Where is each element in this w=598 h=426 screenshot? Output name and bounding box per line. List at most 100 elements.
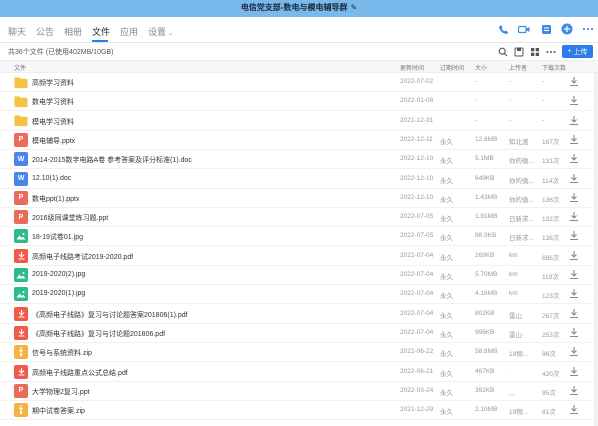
file-name[interactable]: 模电学习资料: [32, 117, 74, 127]
download-count: 420次: [542, 370, 560, 378]
column-header-uploader[interactable]: 上传者: [509, 63, 527, 72]
scrollbar[interactable]: [594, 73, 598, 426]
more-icon[interactable]: [582, 23, 594, 35]
phone-icon[interactable]: [497, 23, 509, 35]
tab-files[interactable]: 文件: [92, 25, 110, 38]
download-icon[interactable]: [569, 385, 579, 397]
download-icon[interactable]: [569, 173, 579, 185]
updated-time: 2022-12-10: [400, 174, 434, 182]
file-name[interactable]: 2019-2020(2).jpg: [32, 271, 85, 278]
download-icon[interactable]: [569, 76, 579, 88]
updated-time: 2022-06-22: [400, 348, 434, 356]
tab-chat[interactable]: 聊天: [8, 25, 26, 38]
file-name[interactable]: 大学物理2复习.ppt: [32, 387, 90, 397]
download-icon[interactable]: [569, 134, 579, 146]
table-row[interactable]: P 数电ppt(1).pptx 2022-12-10 永久 1.43MB 你的微... 13…: [0, 189, 598, 208]
search-icon[interactable]: [497, 46, 509, 57]
updated-time: 2022-12-10: [400, 155, 434, 163]
updated-time: 2022-07-04: [400, 328, 434, 336]
table-row[interactable]: 数电学习资料 2022-01-08 - - -: [0, 92, 598, 112]
table-row[interactable]: W 2014-2015数字电路A卷 参考答案及评分标准(1).doc 2022-12…: [0, 150, 598, 170]
column-header-file[interactable]: 文件: [14, 63, 26, 72]
grid-view-icon[interactable]: [529, 46, 541, 57]
table-row[interactable]: W 12.10(1).doc 2022-12-10 永久 649KB 你的微... 114次: [0, 170, 598, 189]
file-size: -: [475, 78, 478, 85]
table-row[interactable]: 2019-2020(2).jpg 2022-07-04 永久 5.70MB km 119次: [0, 266, 598, 285]
file-name[interactable]: 《高频电子线路》复习与讨论题201806.pdf: [32, 329, 165, 339]
table-row[interactable]: 《高频电子线路》复习与讨论题答案201806(1).pdf 2022-07-04 永…: [0, 305, 598, 324]
expiry: 永久: [440, 216, 453, 224]
save-icon[interactable]: [513, 46, 525, 57]
updated-time: 2022-07-05: [400, 213, 434, 221]
file-name[interactable]: 2016级同课堂练习题.ppt: [32, 213, 108, 223]
file-name[interactable]: 数电ppt(1).pptx: [32, 194, 79, 204]
table-row[interactable]: 高频电子线路考试2019-2020.pdf 2022-07-04 永久 269KB km…: [0, 247, 598, 266]
download-icon[interactable]: [569, 269, 579, 281]
file-size: 467KB: [475, 367, 495, 375]
table-row[interactable]: 高频学习资料 2022-07-02 - - -: [0, 73, 598, 92]
video-icon[interactable]: [518, 23, 530, 35]
edit-name-icon[interactable]: ✎: [350, 3, 357, 12]
table-row[interactable]: 模电学习资料 2021-12-31 - - -: [0, 112, 598, 131]
tab-announcements[interactable]: 公告: [36, 25, 54, 38]
file-name[interactable]: 2014-2015数字电路A卷 参考答案及评分标准(1).doc: [32, 155, 192, 165]
folder-icon: [14, 114, 28, 128]
download-icon[interactable]: [569, 366, 579, 378]
file-name[interactable]: 期中试卷答案.zip: [32, 406, 85, 416]
file-size: 4.16MB: [475, 290, 498, 298]
column-header-expires[interactable]: 过期时间: [440, 63, 464, 72]
download-icon[interactable]: [569, 346, 579, 358]
download-icon[interactable]: [569, 404, 579, 416]
download-icon[interactable]: [569, 308, 579, 320]
table-row[interactable]: 期中试卷答案.zip 2021-12-29 永久 2.10MB 19物... 81次: [0, 401, 598, 421]
group-name: 电信党支部-数电与模电辅导群: [240, 3, 348, 12]
expiry: 永久: [440, 235, 453, 243]
download-icon[interactable]: [569, 250, 579, 262]
download-icon[interactable]: [569, 192, 579, 204]
updated-time: 2022-07-04: [400, 271, 434, 278]
table-row[interactable]: 18-19试卷01.jpg 2022-07-05 永久 88.9KB 日新求... 136…: [0, 227, 598, 247]
more-options-icon[interactable]: [545, 46, 557, 57]
file-size: 5.70MB: [475, 271, 498, 278]
add-member-icon[interactable]: [561, 23, 573, 35]
file-name[interactable]: 数电学习资料: [32, 97, 74, 107]
table-row[interactable]: 《高频电子线路》复习与讨论题201806.pdf 2022-07-04 永久 996K…: [0, 324, 598, 343]
file-name[interactable]: 《高频电子线路》复习与讨论题答案201806(1).pdf: [32, 310, 188, 320]
download-icon[interactable]: [569, 153, 579, 165]
download-icon[interactable]: [569, 115, 579, 127]
download-icon[interactable]: [569, 230, 579, 242]
file-name[interactable]: 高频电子线路考试2019-2020.pdf: [32, 252, 133, 262]
pdf-file-icon: [14, 248, 28, 263]
window-title: 电信党支部-数电与模电辅导群 ✎: [0, 2, 598, 13]
table-row[interactable]: P 2016级同课堂练习题.ppt 2022-07-05 永久 1.81MB 日新求...…: [0, 208, 598, 228]
download-count: 95次: [542, 389, 556, 397]
tab-album[interactable]: 相册: [64, 25, 82, 38]
uploader: 19物...: [509, 409, 529, 417]
download-icon[interactable]: [569, 288, 579, 300]
column-header-size[interactable]: 大小: [475, 63, 487, 72]
column-header-updated[interactable]: 更新时间: [400, 63, 424, 72]
table-row[interactable]: P 模电辅导.pptx 2022-12-11 永久 12.6MB 知北渡 167次: [0, 131, 598, 150]
tab-settings[interactable]: 设置 ⌄: [148, 25, 173, 38]
file-name[interactable]: 12.10(1).doc: [32, 175, 71, 182]
table-row[interactable]: 信号与系统资料.zip 2022-06-22 永久 58.8MB 19物... 96次: [0, 343, 598, 363]
tab-apps[interactable]: 应用: [120, 25, 138, 38]
table-row[interactable]: P 大学物理2复习.ppt 2022-03-24 永久 392KB 、、 95次: [0, 382, 598, 401]
column-header-downloads[interactable]: 下载次数: [542, 63, 566, 72]
file-name[interactable]: 模电辅导.pptx: [32, 136, 75, 146]
table-row[interactable]: 高频电子线路重点公式总结.pdf 2022-06-21 永久 467KB. 420次: [0, 363, 598, 382]
file-name[interactable]: 高频电子线路重点公式总结.pdf: [32, 368, 128, 378]
download-icon[interactable]: [569, 327, 579, 339]
file-name[interactable]: 信号与系统资料.zip: [32, 348, 92, 358]
table-row[interactable]: 2019-2020(1).jpg 2022-07-04 永久 4.16MB km 123次: [0, 285, 598, 305]
download-icon[interactable]: [569, 95, 579, 107]
file-name[interactable]: 高频学习资料: [32, 78, 74, 88]
chevron-down-icon: ⌄: [168, 31, 174, 37]
file-name[interactable]: 2019-2020(1).jpg: [32, 290, 85, 297]
whiteboard-icon[interactable]: [540, 23, 552, 35]
file-name[interactable]: 18-19试卷01.jpg: [32, 232, 83, 242]
download-icon[interactable]: [569, 211, 579, 223]
uploader: 你的微...: [509, 196, 534, 204]
upload-button[interactable]: + 上传: [562, 45, 593, 58]
pdf-file-icon: [14, 325, 28, 340]
